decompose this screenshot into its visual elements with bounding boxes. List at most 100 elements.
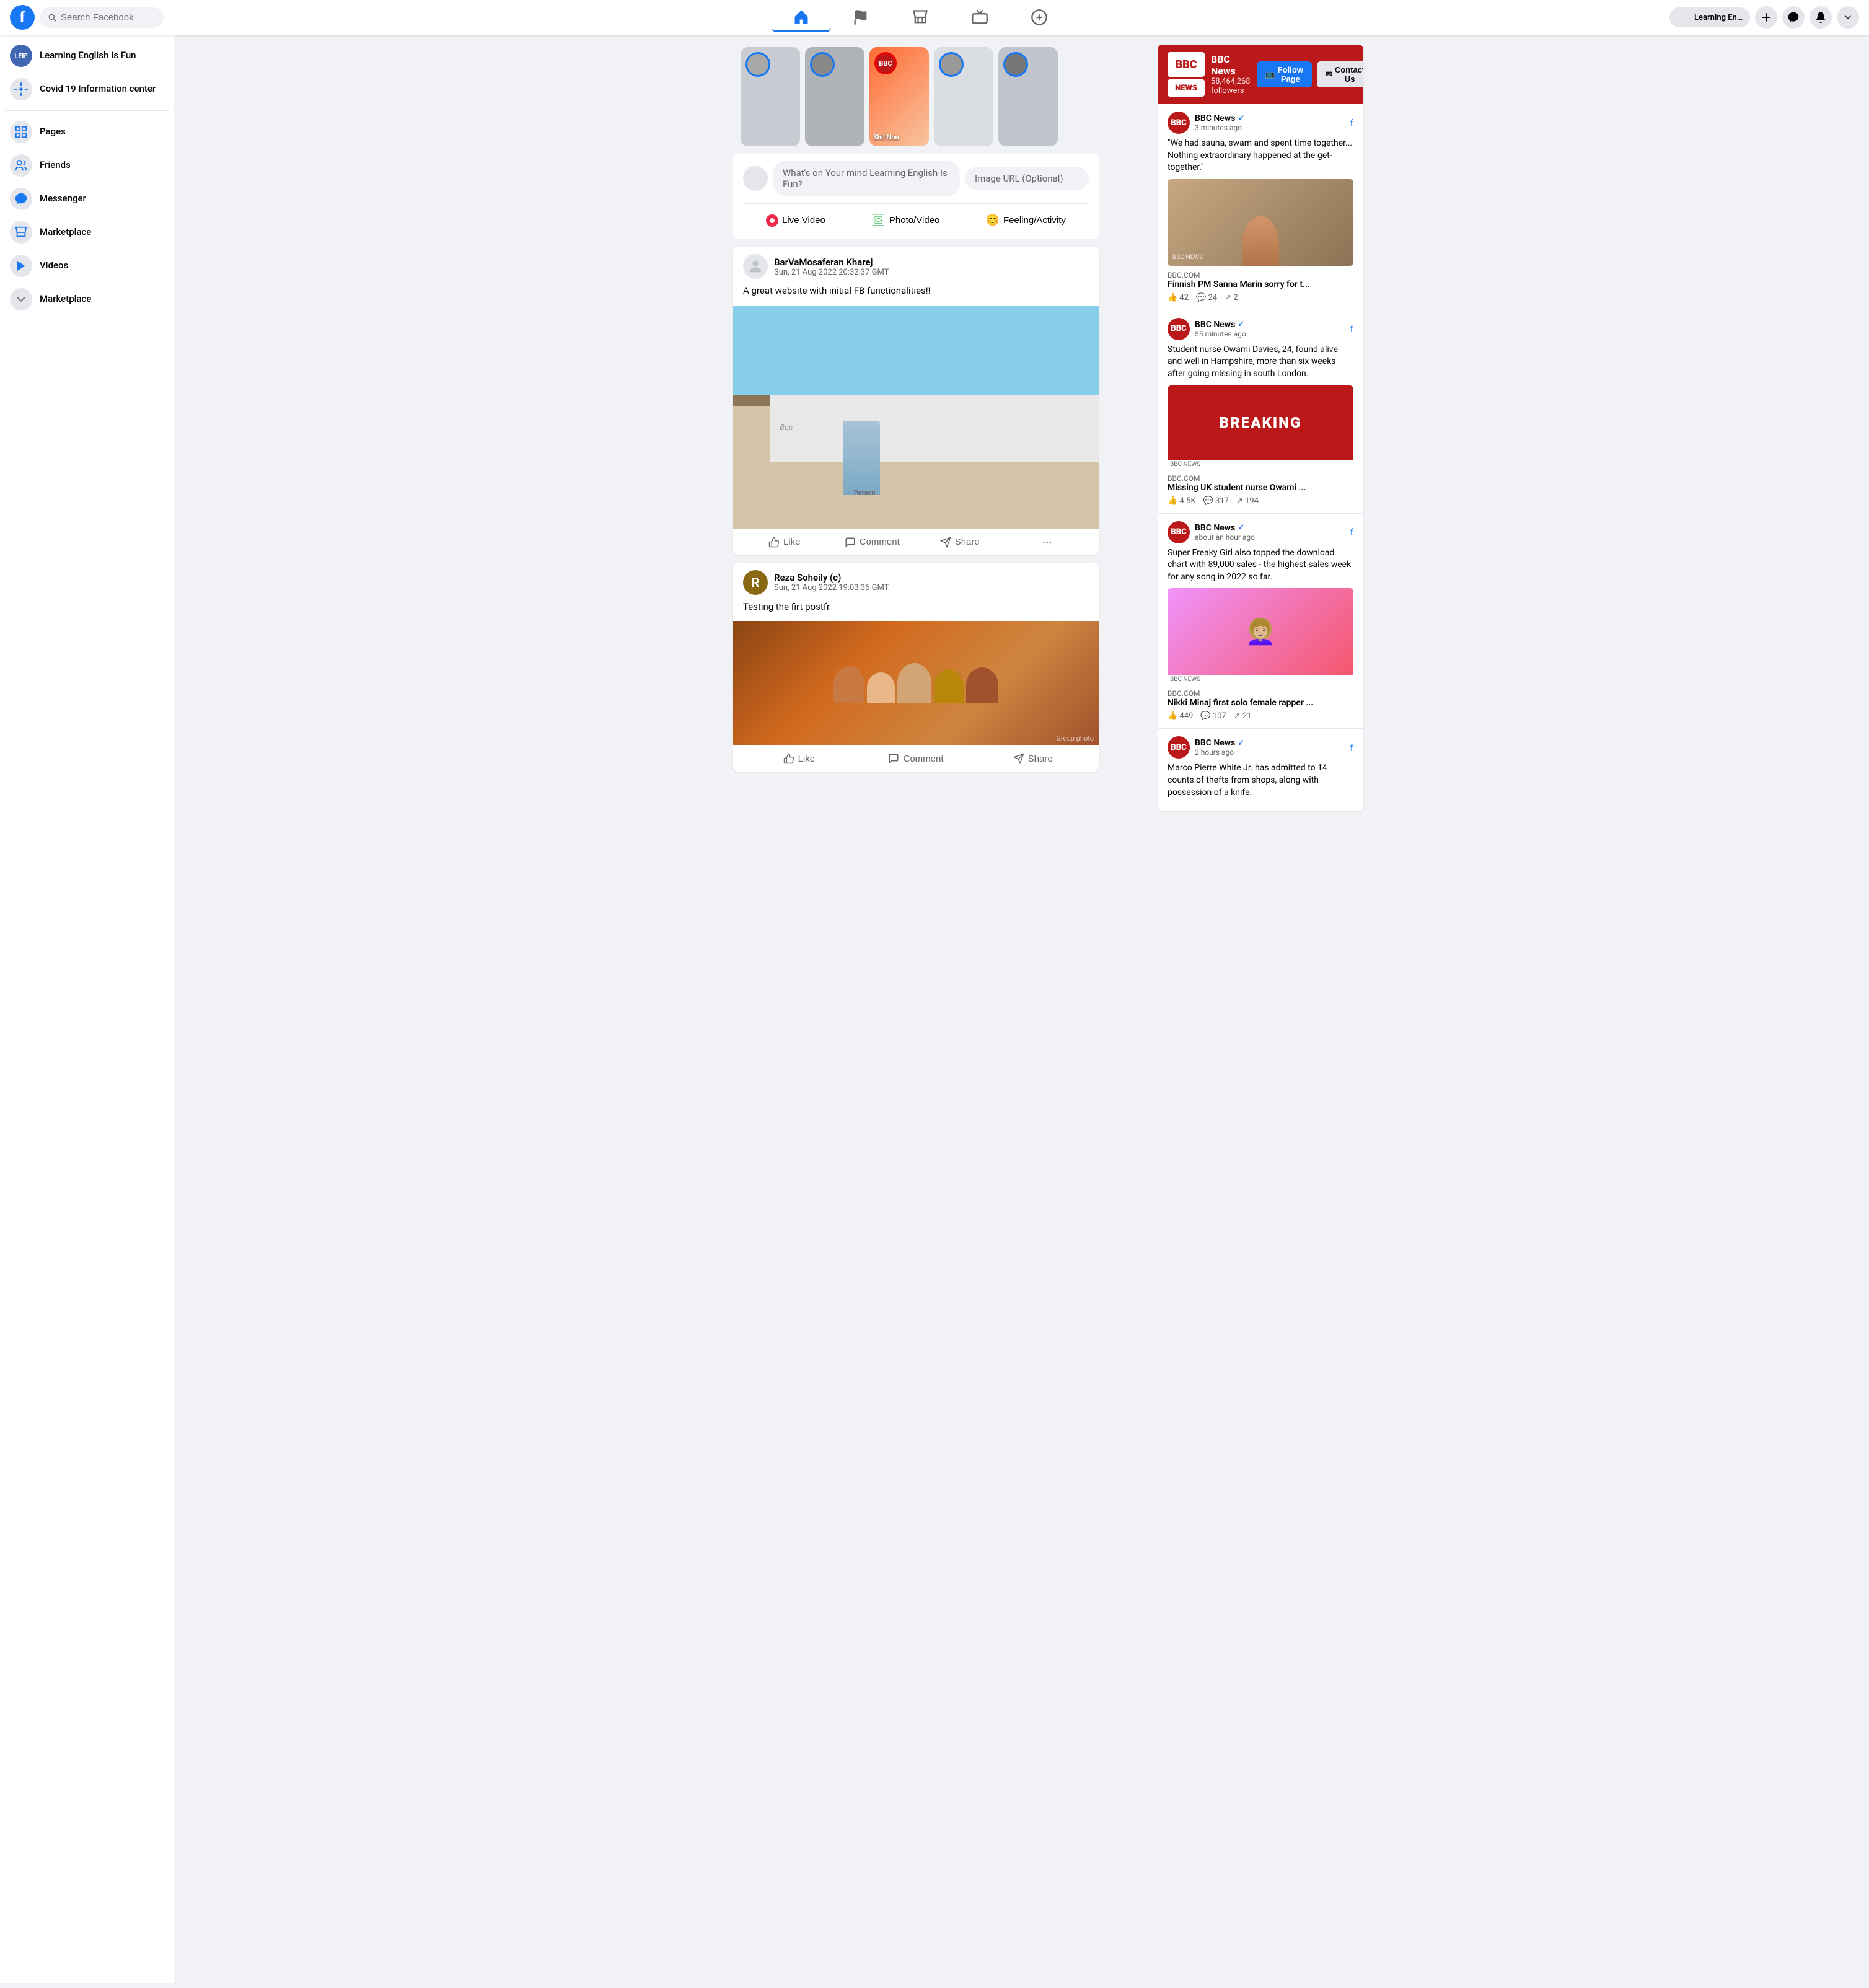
news-1-comments: 💬 24: [1196, 293, 1217, 302]
bell-icon: [1814, 11, 1827, 24]
share-label: Share: [955, 537, 980, 547]
like-icon-2: [783, 753, 794, 764]
news-3-time: about an hour ago: [1195, 533, 1345, 542]
composer-text-input[interactable]: What's on Your mind Learning English Is …: [773, 161, 960, 196]
news-2-likes: 👍 4.5K: [1168, 496, 1196, 506]
news-2-shares: ↗ 194: [1236, 496, 1259, 506]
news-1-source-link: BBC.COM: [1168, 271, 1353, 279]
contact-icon: ✉: [1326, 69, 1332, 79]
marketplace2-label: Marketplace: [40, 293, 91, 306]
like-label-2: Like: [798, 754, 816, 764]
composer-actions: Live Video 🖼 Photo/Video 😊 Feeling/Activ…: [743, 209, 1089, 232]
contact-label: Contact Us: [1335, 65, 1363, 84]
follow-label: Follow Page: [1278, 65, 1303, 84]
composer-url-input[interactable]: Image URL (Optional): [965, 167, 1089, 190]
search-input[interactable]: [61, 12, 147, 23]
post-1-like-button[interactable]: Like: [741, 532, 829, 553]
news-3-likes: 👍 449: [1168, 711, 1193, 721]
left-sidebar: LEIF Learning English Is Fun Covid 19 In…: [0, 35, 174, 1983]
news-3-meta: BBC News ✓ about an hour ago: [1195, 523, 1345, 542]
sidebar-item-friends[interactable]: Friends: [5, 149, 169, 182]
leif-label: Learning English Is Fun: [40, 50, 136, 62]
top-navigation: f Learning English Is Fun: [0, 0, 1869, 35]
verified-icon-2: ✓: [1238, 320, 1244, 329]
nav-home-button[interactable]: [772, 2, 831, 32]
contact-us-button[interactable]: ✉ Contact Us: [1317, 61, 1363, 87]
nav-watch-button[interactable]: [950, 2, 1009, 32]
post-2-actions: Like Comment Share: [733, 745, 1099, 772]
share-icon-2: [1013, 753, 1024, 764]
live-video-button[interactable]: Live Video: [759, 209, 833, 232]
messenger-button[interactable]: [1782, 6, 1805, 29]
story-2-avatar: [810, 52, 835, 77]
post-2-comment-button[interactable]: Comment: [858, 748, 975, 769]
post-1-more-button[interactable]: [1004, 532, 1092, 553]
sidebar-item-pages[interactable]: Pages: [5, 116, 169, 148]
user-avatar-small: [1676, 10, 1691, 25]
nav-gaming-button[interactable]: [1009, 2, 1069, 32]
nav-flag-button[interactable]: [831, 2, 891, 32]
news-4-avatar: BBC: [1168, 736, 1190, 759]
messenger-label: Messenger: [40, 193, 86, 205]
news-2-source: BBC News ✓: [1195, 320, 1345, 330]
photo-video-label: Photo/Video: [889, 215, 939, 226]
post-2-content: Testing the firt postfr: [733, 595, 1099, 622]
messenger-sidebar-icon: [10, 188, 32, 210]
news-1-image: BBC NEWS: [1168, 179, 1353, 266]
user-page-name: Learning English Is Fun: [1694, 13, 1744, 22]
story-1[interactable]: [741, 47, 800, 146]
facebook-icon-2: f: [1350, 323, 1353, 335]
news-2-time: 55 minutes ago: [1195, 330, 1345, 338]
post-2-avatar: R: [743, 570, 768, 595]
post-2-image: Group photo: [733, 621, 1099, 745]
expand-icon: [10, 288, 32, 310]
facebook-logo[interactable]: f: [10, 5, 35, 30]
sidebar-item-videos[interactable]: Videos: [5, 250, 169, 282]
friends-label: Friends: [40, 159, 71, 172]
news-3-avatar: BBC: [1168, 521, 1190, 543]
story-2[interactable]: [805, 47, 864, 146]
photo-video-button[interactable]: 🖼 Photo/Video: [864, 209, 947, 232]
home-icon: [793, 8, 810, 25]
comment-icon-2: [888, 753, 899, 764]
news-1-likes: 👍 42: [1168, 293, 1189, 302]
sidebar-item-messenger[interactable]: Messenger: [5, 183, 169, 215]
post-2-share-button[interactable]: Share: [974, 748, 1091, 769]
nav-right: Learning English Is Fun: [1669, 6, 1859, 29]
post-1-share-button[interactable]: Share: [916, 532, 1004, 553]
notifications-button[interactable]: [1810, 6, 1832, 29]
news-2-title: Missing UK student nurse Owami ...: [1168, 483, 1353, 493]
celebrity-emoji: 👩🏼‍🦱: [1245, 617, 1276, 646]
flag-icon: [852, 9, 869, 26]
more-icon: [1042, 537, 1053, 548]
bbc-header: BBC NEWS BBC News 58,464,268 followers 📺…: [1158, 45, 1363, 104]
sidebar-item-leif[interactable]: LEIF Learning English Is Fun: [5, 40, 169, 72]
post-1-header: BarVaMosaferan Kharej Sun, 21 Aug 2022 2…: [733, 247, 1099, 279]
covid-icon: [10, 78, 32, 100]
post-1-comment-button[interactable]: Comment: [829, 532, 917, 553]
composer-divider: [743, 203, 1089, 204]
nav-marketplace-button[interactable]: [891, 2, 950, 32]
user-pill[interactable]: Learning English Is Fun: [1669, 7, 1750, 27]
photo-icon: 🖼: [871, 214, 886, 227]
story-4[interactable]: [934, 47, 993, 146]
story-shil-nou[interactable]: BBC Shil Nou: [869, 47, 929, 146]
post-2-like-button[interactable]: Like: [741, 748, 858, 769]
news-3-source-link: BBC.COM: [1168, 689, 1353, 698]
feeling-button[interactable]: 😊 Feeling/Activity: [978, 209, 1073, 232]
story-1-avatar: [745, 52, 770, 77]
like-icon: [768, 537, 780, 548]
post-2-author: Reza Soheily (c): [774, 572, 889, 583]
news-1-time: 3 minutes ago: [1195, 123, 1345, 132]
add-button[interactable]: [1755, 6, 1777, 29]
sidebar-item-covid[interactable]: Covid 19 Information center: [5, 73, 169, 105]
sidebar-item-marketplace[interactable]: Marketplace: [5, 216, 169, 248]
feeling-label: Feeling/Activity: [1003, 215, 1066, 226]
sidebar-item-marketplace2[interactable]: Marketplace: [5, 283, 169, 315]
post-composer: What's on Your mind Learning English Is …: [733, 154, 1099, 239]
story-5[interactable]: [998, 47, 1058, 146]
search-bar[interactable]: [40, 7, 164, 28]
follow-page-button[interactable]: 📺 Follow Page: [1257, 61, 1312, 87]
news-1-title: Finnish PM Sanna Marin sorry for t...: [1168, 279, 1353, 289]
menu-expand-button[interactable]: [1837, 6, 1859, 29]
